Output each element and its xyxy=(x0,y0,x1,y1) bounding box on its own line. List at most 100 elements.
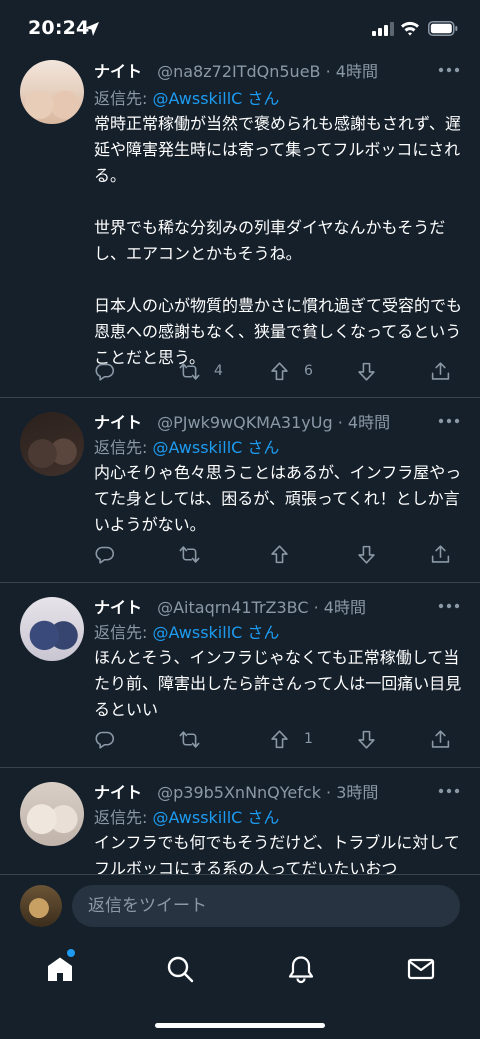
replying-to-suffix: さん xyxy=(242,623,280,642)
reply-icon xyxy=(95,546,115,564)
search-icon xyxy=(167,956,194,983)
avatar[interactable] xyxy=(20,412,84,476)
retweet-button[interactable]: 4 xyxy=(179,360,223,382)
cellular-signal-icon xyxy=(372,22,394,36)
upvote-arrow-icon xyxy=(271,361,288,380)
display-name[interactable]: ナイト xyxy=(94,413,142,432)
tweet[interactable]: ナイト @PJwk9wQKMA31yUg · 4時間 返信先: @Awsskil… xyxy=(0,398,480,583)
avatar[interactable] xyxy=(20,782,84,846)
more-options-icon[interactable] xyxy=(438,418,460,424)
downvote-arrow-icon xyxy=(358,362,375,381)
tweet-header: ナイト @na8z72ITdQn5ueB · 4時間 xyxy=(94,58,424,82)
bell-icon xyxy=(288,956,314,984)
downvote-button[interactable] xyxy=(356,728,377,750)
avatar[interactable] xyxy=(20,60,84,124)
handle-time: @PJwk9wQKMA31yUg · 4時間 xyxy=(157,413,391,432)
replying-to-prefix: 返信先: xyxy=(94,808,153,827)
reply-button[interactable] xyxy=(94,728,115,750)
downvote-button[interactable] xyxy=(356,360,377,382)
tweet-actions: 4 6 xyxy=(94,360,464,382)
bottom-tab-bar xyxy=(0,940,480,1039)
replying-to: 返信先: @AwsskillC さん xyxy=(94,804,279,828)
downvote-button[interactable] xyxy=(356,543,377,565)
handle-time: @na8z72ITdQn5ueB · 4時間 xyxy=(157,62,378,81)
home-icon xyxy=(48,957,72,981)
status-bar: 20:24 xyxy=(0,0,480,58)
replying-to: 返信先: @AwsskillC さん xyxy=(94,85,279,109)
tweet-text: ほんとそう、インフラじゃなくても正常稼働して当たり前、障害出したら許さんって人は… xyxy=(94,648,462,719)
notification-dot xyxy=(67,949,75,957)
upvote-count: 1 xyxy=(304,731,313,747)
mention-link[interactable]: @AwsskillC xyxy=(152,89,242,108)
mention-link[interactable]: @AwsskillC xyxy=(152,808,242,827)
tweet-header: ナイト @PJwk9wQKMA31yUg · 4時間 xyxy=(94,409,424,433)
share-icon xyxy=(431,361,450,380)
tweet-actions: 1 xyxy=(94,728,464,750)
reply-icon xyxy=(95,731,115,749)
reply-button[interactable] xyxy=(94,360,115,382)
retweet-button[interactable] xyxy=(179,543,214,565)
home-indicator[interactable] xyxy=(155,1023,325,1028)
replying-to-prefix: 返信先: xyxy=(94,438,153,457)
battery-icon xyxy=(428,21,458,36)
retweet-count: 4 xyxy=(214,363,223,379)
tweet-text: 常時正常稼働が当然で褒められも感謝もされず、遅延や障害発生時には寄って集ってフル… xyxy=(94,114,463,367)
user-avatar[interactable] xyxy=(20,885,62,927)
tweet-text: 内心そりゃ色々思うことはあるが、インフラ屋やってた身としては、困るが、頑張ってく… xyxy=(94,463,462,534)
mail-icon xyxy=(407,958,435,980)
upvote-button[interactable]: 1 xyxy=(269,728,313,750)
upvote-button[interactable] xyxy=(269,543,304,565)
handle-time: @Aitaqrn41TrZ3BC · 4時間 xyxy=(157,598,366,617)
share-icon xyxy=(431,544,450,563)
replying-to-prefix: 返信先: xyxy=(94,623,153,642)
tweet[interactable]: ナイト @na8z72ITdQn5ueB · 4時間 返信先: @Awsskil… xyxy=(0,52,480,398)
display-name[interactable]: ナイト xyxy=(94,783,142,802)
replying-to: 返信先: @AwsskillC さん xyxy=(94,619,279,643)
tweet[interactable]: ナイト @Aitaqrn41TrZ3BC · 4時間 返信先: @Awsskil… xyxy=(0,583,480,768)
tab-search[interactable] xyxy=(165,954,195,984)
mention-link[interactable]: @AwsskillC xyxy=(152,623,242,642)
more-options-icon[interactable] xyxy=(438,788,460,794)
retweet-icon xyxy=(179,362,200,380)
share-button[interactable] xyxy=(430,728,451,750)
retweet-icon xyxy=(179,730,200,748)
tweet-header: ナイト @Aitaqrn41TrZ3BC · 4時間 xyxy=(94,594,424,618)
reply-input[interactable]: 返信をツイート xyxy=(72,885,460,927)
tab-notifications[interactable] xyxy=(286,954,316,984)
more-options-icon[interactable] xyxy=(438,67,460,73)
replying-to-prefix: 返信先: xyxy=(94,89,153,108)
location-arrow-icon xyxy=(85,22,99,36)
upvote-count: 6 xyxy=(304,363,313,379)
tweet-text: インフラでも何でもそうだけど、トラブルに対してフルボッコにする系の人ってだいたい… xyxy=(94,833,460,874)
reply-icon xyxy=(95,363,115,381)
share-button[interactable] xyxy=(430,360,451,382)
share-icon xyxy=(431,729,450,748)
tab-messages[interactable] xyxy=(406,954,436,984)
display-name[interactable]: ナイト xyxy=(94,598,142,617)
share-button[interactable] xyxy=(430,543,451,565)
tweet-actions xyxy=(94,543,464,565)
reply-composer: 返信をツイート xyxy=(0,874,480,940)
replying-to-suffix: さん xyxy=(242,438,280,457)
more-options-icon[interactable] xyxy=(438,603,460,609)
tab-home[interactable] xyxy=(45,954,75,984)
retweet-button[interactable] xyxy=(179,728,214,750)
display-name[interactable]: ナイト xyxy=(94,62,142,81)
upvote-arrow-icon xyxy=(271,729,288,748)
tweet-header: ナイト @p39b5XnNnQYefck · 3時間 xyxy=(94,779,424,803)
replying-to-suffix: さん xyxy=(242,89,280,108)
wifi-icon xyxy=(401,21,419,36)
replying-to: 返信先: @AwsskillC さん xyxy=(94,434,279,458)
status-time: 20:24 xyxy=(28,17,90,39)
reply-button[interactable] xyxy=(94,543,115,565)
reply-feed[interactable]: ナイト @na8z72ITdQn5ueB · 4時間 返信先: @Awsskil… xyxy=(0,52,480,874)
replying-to-suffix: さん xyxy=(242,808,280,827)
retweet-icon xyxy=(179,545,200,563)
upvote-button[interactable]: 6 xyxy=(269,360,313,382)
mention-link[interactable]: @AwsskillC xyxy=(152,438,242,457)
downvote-arrow-icon xyxy=(358,730,375,749)
tweet[interactable]: ナイト @p39b5XnNnQYefck · 3時間 返信先: @Awsskil… xyxy=(0,768,480,874)
downvote-arrow-icon xyxy=(358,545,375,564)
upvote-arrow-icon xyxy=(271,544,288,563)
avatar[interactable] xyxy=(20,597,84,661)
